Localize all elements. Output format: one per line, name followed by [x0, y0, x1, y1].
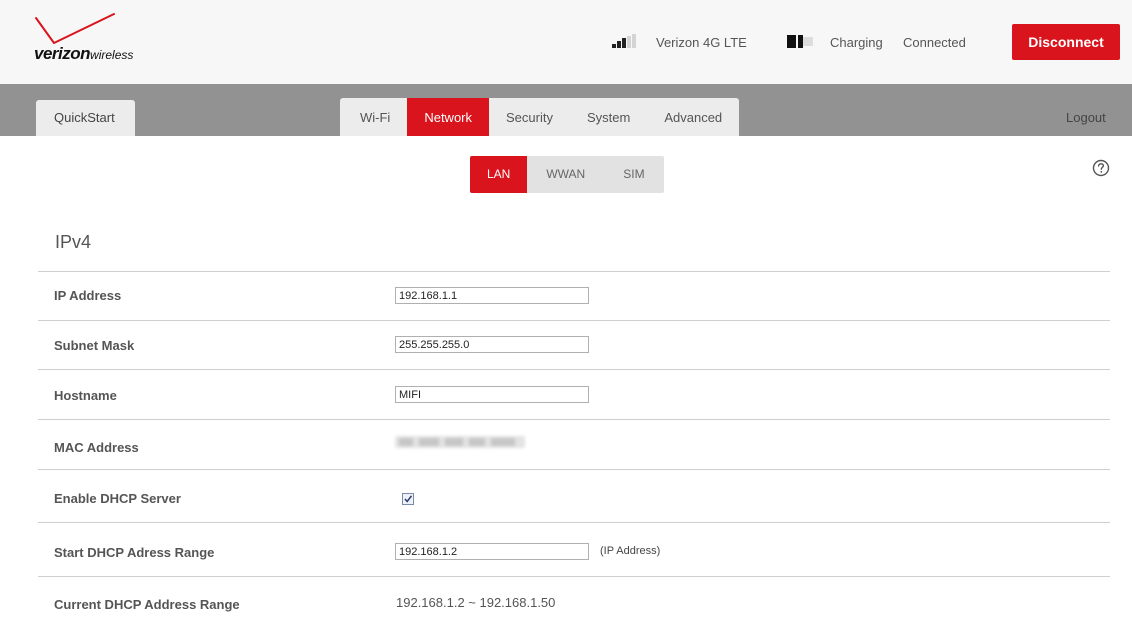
- subtab-sim[interactable]: SIM: [604, 156, 663, 193]
- divider: [38, 576, 1110, 577]
- disconnect-button[interactable]: Disconnect: [1012, 24, 1120, 60]
- tab-security[interactable]: Security: [489, 98, 570, 136]
- tab-system[interactable]: System: [570, 98, 647, 136]
- subtab-wwan[interactable]: WWAN: [527, 156, 604, 193]
- divider: [38, 369, 1110, 370]
- dhcp-current-label: Current DHCP Address Range: [54, 597, 240, 612]
- mac-address-value-redacted: [395, 436, 525, 448]
- subnet-mask-input[interactable]: [395, 336, 589, 353]
- dhcp-current-value: 192.168.1.2 ~ 192.168.1.50: [396, 595, 556, 610]
- dhcp-start-input[interactable]: [395, 543, 589, 560]
- help-circle-icon[interactable]: [1092, 159, 1110, 177]
- tab-wifi[interactable]: Wi-Fi: [340, 98, 407, 136]
- tab-quickstart[interactable]: QuickStart: [36, 100, 135, 136]
- subtab-lan[interactable]: LAN: [470, 156, 528, 193]
- battery-icon: [787, 35, 815, 48]
- logout-link[interactable]: Logout: [1066, 110, 1106, 125]
- divider: [38, 469, 1110, 470]
- header-bar: verizonwireless Verizon 4G LTE Charging …: [0, 0, 1132, 84]
- section-title-ipv4: IPv4: [55, 232, 92, 252]
- signal-strength-icon: [612, 34, 642, 48]
- ip-address-input[interactable]: [395, 287, 589, 304]
- tab-network[interactable]: Network: [407, 98, 490, 136]
- brand-suffix: wireless: [90, 48, 134, 62]
- network-status: Verizon 4G LTE: [656, 35, 747, 50]
- connection-status: Connected: [903, 35, 966, 50]
- dhcp-start-hint: (IP Address): [600, 545, 661, 557]
- ip-address-label: IP Address: [54, 288, 122, 303]
- divider: [38, 271, 1110, 272]
- verizon-wireless-logo: verizonwireless: [34, 12, 184, 72]
- divider: [38, 419, 1110, 420]
- hostname-label: Hostname: [54, 388, 117, 403]
- subnet-mask-label: Subnet Mask: [54, 338, 135, 353]
- enable-dhcp-checkbox[interactable]: [402, 493, 414, 505]
- mac-address-label: MAC Address: [54, 440, 139, 455]
- dhcp-start-label: Start DHCP Adress Range: [54, 545, 215, 560]
- hostname-input[interactable]: [395, 386, 589, 403]
- enable-dhcp-label: Enable DHCP Server: [54, 491, 181, 506]
- tab-advanced[interactable]: Advanced: [647, 98, 739, 136]
- battery-status: Charging: [830, 35, 883, 50]
- main-tabs: Wi-Fi Network Security System Advanced: [340, 98, 740, 136]
- divider: [38, 320, 1110, 321]
- network-subtabs: LAN WWAN SIM: [470, 156, 664, 193]
- divider: [38, 522, 1110, 523]
- brand-name: verizon: [34, 44, 91, 63]
